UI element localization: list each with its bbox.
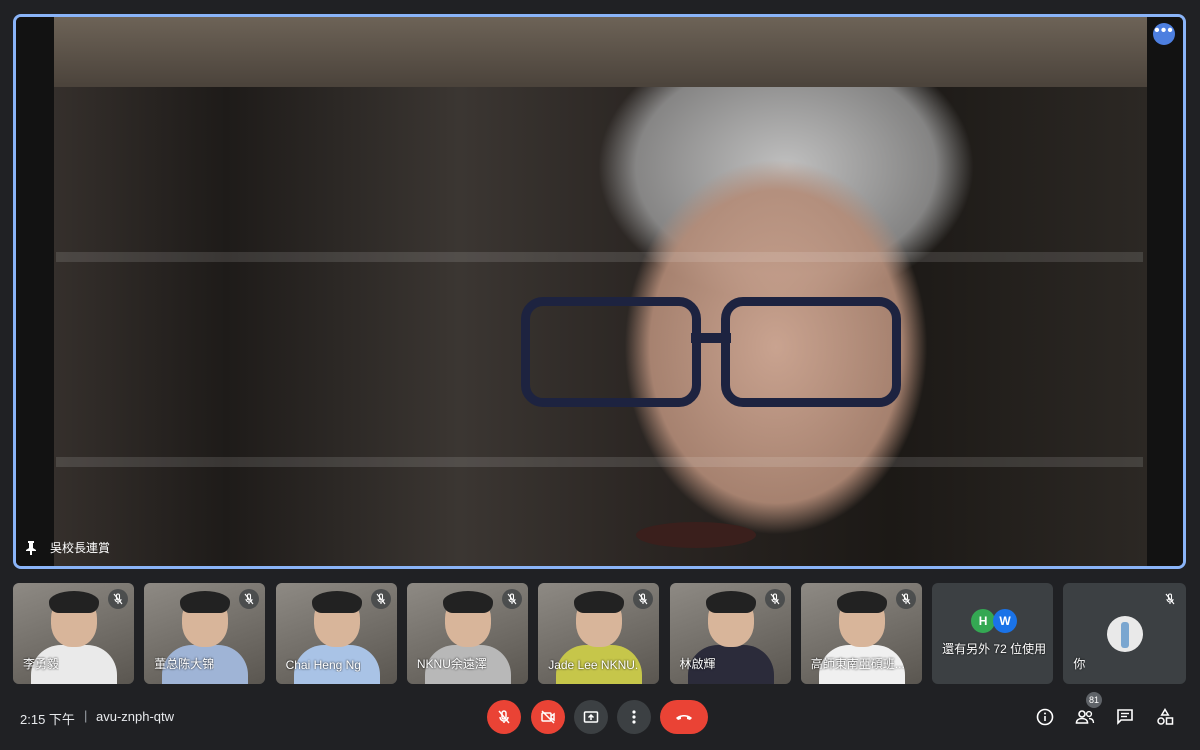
participant-name: 高師東南亞碩班...: [810, 657, 905, 671]
leave-call-button[interactable]: [660, 700, 708, 734]
self-mic-status: [1160, 589, 1181, 609]
mic-off-icon: [376, 593, 386, 605]
shelf-line: [56, 252, 1143, 262]
speaker-video-frame: [16, 17, 1183, 566]
participant-mic-status: [108, 589, 128, 609]
mic-off-icon: [113, 593, 123, 605]
participant-hair: [574, 591, 625, 613]
participant-name: 林啟輝: [679, 657, 716, 671]
participant-tile[interactable]: 林啟輝: [669, 583, 791, 684]
vertical-dots-icon: [632, 710, 636, 724]
ceiling-area: [54, 17, 1147, 87]
participant-hair: [180, 591, 231, 613]
participant-name: 李勇毅: [23, 657, 60, 671]
participant-name: 董总陈大锦: [154, 657, 215, 671]
camera-toggle-button[interactable]: [531, 700, 565, 734]
mic-off-icon: [1165, 593, 1175, 605]
speaker-name: 吳校長連賞: [50, 541, 111, 555]
hang-up-icon: [676, 715, 692, 720]
present-screen-button[interactable]: [574, 700, 608, 734]
participant-tile[interactable]: 董总陈大锦: [144, 583, 266, 684]
more-options-button[interactable]: [617, 700, 651, 734]
mic-toggle-button[interactable]: [487, 700, 521, 734]
activities-icon: [1157, 708, 1174, 725]
avatar: H: [971, 609, 996, 633]
self-avatar: [1107, 616, 1144, 652]
participant-hair: [442, 591, 493, 613]
chat-icon: [1117, 709, 1133, 725]
more-options-icon[interactable]: •••: [1153, 23, 1175, 45]
participant-hair: [836, 591, 887, 613]
speaker-glasses: [521, 297, 941, 417]
present-screen-icon: [583, 711, 599, 723]
self-label: 你: [1073, 657, 1086, 671]
participant-name: Jade Lee NKNU.: [548, 658, 639, 672]
right-dark-edge: [1147, 17, 1183, 566]
main-speaker-video[interactable]: ••• 吳校長連賞: [13, 14, 1186, 569]
participant-mic-status: [895, 589, 916, 609]
meeting-details-button[interactable]: [1034, 706, 1056, 728]
mic-off-icon: [498, 710, 510, 724]
speaker-name-row: 吳校長連賞: [24, 539, 110, 556]
more-participants-tile[interactable]: HW 還有另外 72 位使用者: [932, 583, 1054, 684]
people-icon: [1075, 710, 1095, 724]
participant-strip: 李勇毅 董总陈大锦 Chai Heng Ng NKNU余遠澤 Jade Lee NKNU…: [13, 583, 1189, 684]
participant-tile[interactable]: 高師東南亞碩班...: [800, 583, 922, 684]
activities-button[interactable]: [1154, 706, 1176, 728]
meeting-time: 2:15 下午: [20, 712, 75, 727]
participant-hair: [705, 591, 756, 613]
mic-off-icon: [244, 593, 254, 605]
mic-off-icon: [901, 593, 911, 605]
participant-mic-status: [764, 589, 785, 609]
participant-tile[interactable]: Chai Heng Ng: [275, 583, 397, 684]
participant-tile[interactable]: Jade Lee NKNU.: [538, 583, 660, 684]
participant-mic-status: [501, 589, 522, 609]
participant-tile[interactable]: 李勇毅: [13, 583, 134, 684]
left-dark-edge: [16, 17, 54, 566]
mic-off-icon: [770, 593, 779, 605]
meeting-code: avu-znph-qtw: [96, 709, 175, 724]
participant-hair: [311, 591, 362, 613]
mic-off-icon: [638, 593, 648, 605]
separator: |: [84, 708, 88, 723]
avatar: W: [993, 609, 1018, 633]
speaker-mouth: [636, 522, 756, 548]
participant-hair: [49, 591, 99, 613]
participant-tile[interactable]: NKNU余遠澤: [406, 583, 528, 684]
mic-off-icon: [507, 593, 517, 605]
participant-mic-status: [370, 589, 391, 609]
people-count-badge: 81: [1086, 692, 1102, 708]
self-tile[interactable]: 你: [1063, 583, 1187, 684]
participant-name: Chai Heng Ng: [285, 658, 361, 672]
people-button[interactable]: [1074, 706, 1096, 728]
control-bar: 2:15 下午 | avu-znph-qtw 81: [0, 692, 1200, 750]
pin-icon[interactable]: [24, 540, 38, 556]
shelf-line: [56, 457, 1143, 467]
chat-button[interactable]: [1114, 706, 1136, 728]
info-icon: [1036, 708, 1054, 726]
camera-off-icon: [541, 710, 555, 724]
more-participants-label: 還有另外 72 位使用者: [942, 642, 1047, 656]
participant-name: NKNU余遠澤: [416, 657, 487, 671]
